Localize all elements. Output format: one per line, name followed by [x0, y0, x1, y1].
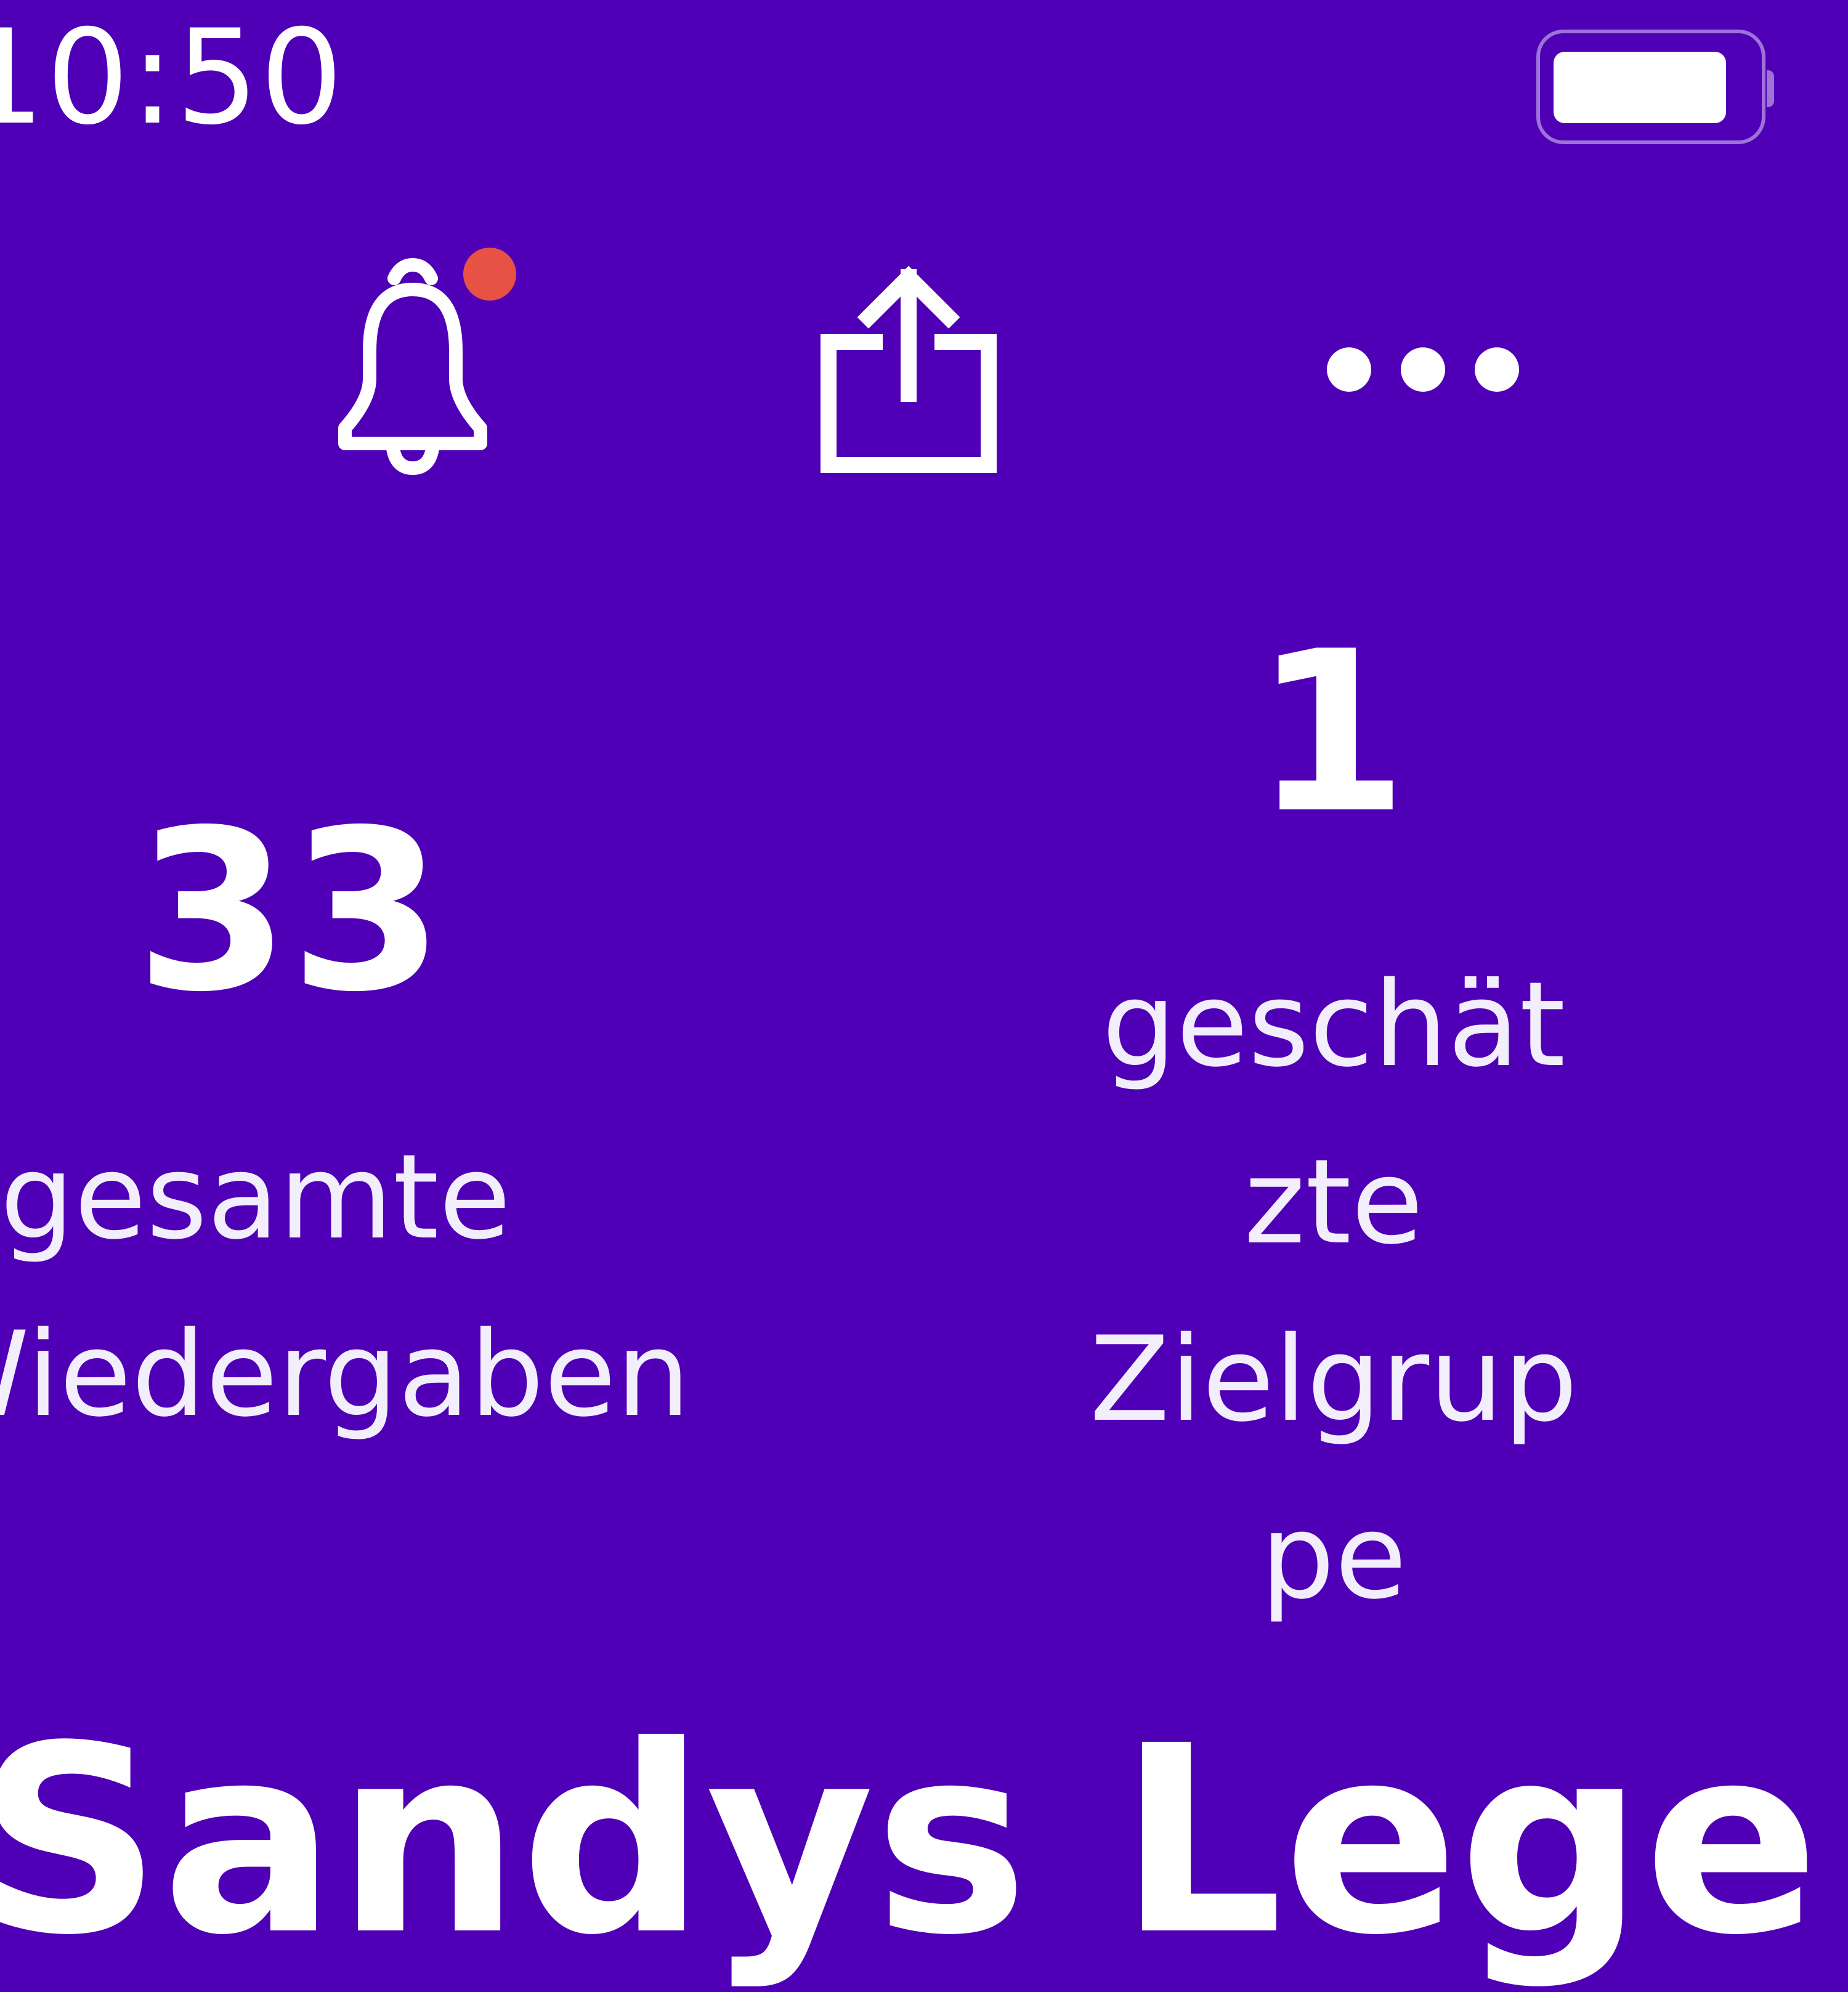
more-button[interactable]: [1312, 333, 1534, 407]
notifications-button[interactable]: [302, 246, 524, 493]
share-icon: [821, 265, 997, 473]
status-time: 10:50: [0, 1, 344, 153]
section-title: Sandys Lege: [0, 1691, 1820, 1992]
notification-dot: [463, 248, 516, 301]
stat-total-plays-label-line: gesamte: [0, 1129, 511, 1265]
stat-total-plays-label-line: Wiedergaben: [0, 1306, 691, 1443]
stat-estimated-audience-label-line: pe: [1260, 1489, 1407, 1625]
battery-icon: [1536, 30, 1774, 144]
battery-fill: [1554, 52, 1726, 123]
more-horizontal-icon: [1327, 347, 1519, 392]
stat-estimated-audience-label: geschät zte Zielgrup pe: [1016, 936, 1651, 1646]
stat-estimated-audience-label-line: geschät: [1101, 957, 1566, 1093]
stat-estimated-audience-label-line: zte: [1244, 1134, 1424, 1270]
stat-total-plays-label: gesamte Wiedergaben: [0, 1109, 739, 1464]
battery-tip: [1767, 70, 1774, 107]
stat-estimated-audience-label-line: Zielgrup: [1089, 1311, 1578, 1447]
stat-total-plays-value: 33: [136, 782, 444, 1040]
share-button[interactable]: [810, 259, 1007, 480]
stat-estimated-audience-value: 1: [1254, 604, 1408, 862]
